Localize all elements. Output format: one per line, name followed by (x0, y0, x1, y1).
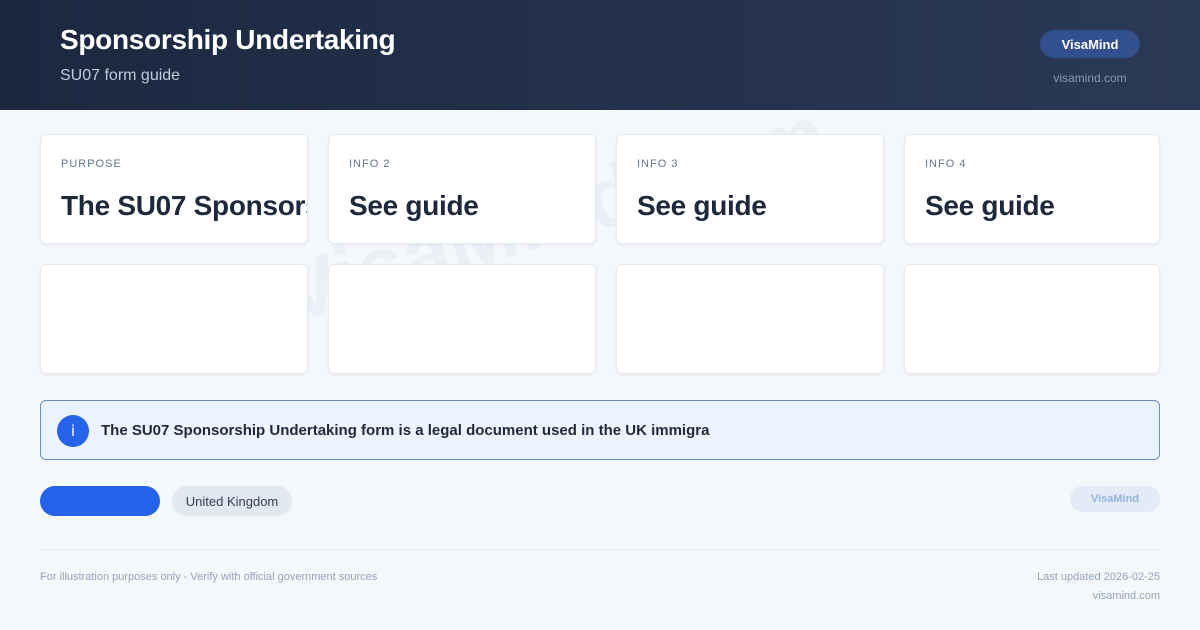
info-callout: i The SU07 Sponsorship Undertaking form … (40, 400, 1160, 460)
empty-card (904, 264, 1160, 374)
brand-url: visamind.com (1053, 71, 1127, 85)
disclaimer: For illustration purposes only - Verify … (40, 571, 378, 583)
card-value: See guide (637, 190, 767, 221)
card-purpose: PURPOSE The SU07 Sponsorship Undertaking (40, 134, 308, 244)
primary-button[interactable] (40, 486, 160, 516)
card-info-4: INFO 4 See guide (904, 134, 1160, 244)
info-text: The SU07 Sponsorship Undertaking form is… (101, 422, 710, 439)
brand-badge[interactable]: VisaMind (1040, 30, 1140, 58)
footer-url: visamind.com (1092, 590, 1160, 602)
footer-divider (40, 549, 1160, 550)
page-title: Sponsorship Undertaking (60, 24, 396, 55)
card-info-3: INFO 3 See guide (616, 134, 884, 244)
card-value: The SU07 Sponsorship Undertaking (61, 190, 307, 221)
empty-card (328, 264, 596, 374)
card-label: PURPOSE (61, 158, 122, 170)
card-label: INFO 3 (637, 158, 679, 170)
card-value: See guide (349, 190, 479, 221)
header: Sponsorship Undertaking SU07 form guide … (0, 0, 1200, 110)
empty-card (616, 264, 884, 374)
country-tag[interactable]: United Kingdom (172, 486, 292, 516)
page-subtitle: SU07 form guide (60, 67, 181, 84)
card-label: INFO 4 (925, 158, 967, 170)
card-value: See guide (925, 190, 1055, 221)
brand-tag: VisaMind (1070, 486, 1160, 512)
card-info-2: INFO 2 See guide (328, 134, 596, 244)
card-label: INFO 2 (349, 158, 391, 170)
info-icon: i (57, 415, 89, 447)
last-updated: Last updated 2026-02-25 (1037, 571, 1160, 583)
empty-card (40, 264, 308, 374)
